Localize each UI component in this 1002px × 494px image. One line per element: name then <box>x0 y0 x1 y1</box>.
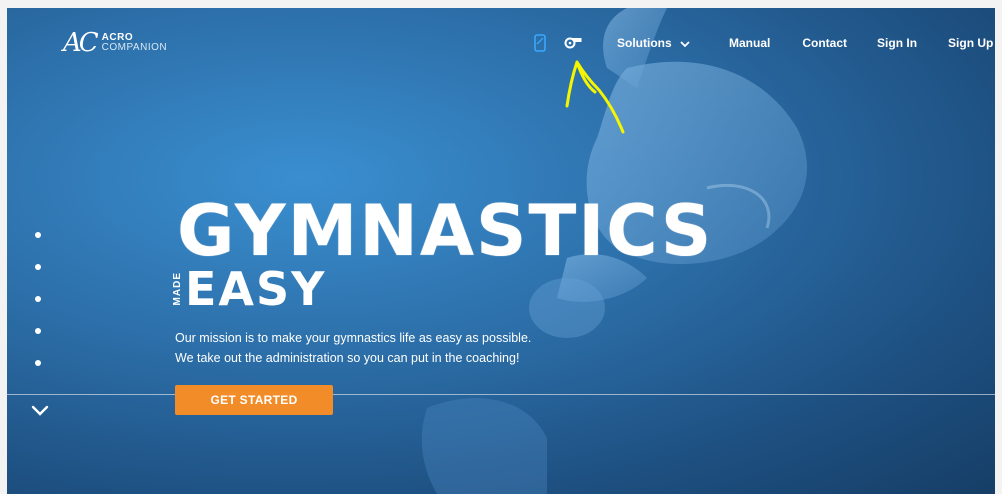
mobile-icon[interactable] <box>533 34 547 57</box>
easy-label: EASY <box>185 262 327 316</box>
nav-sign-up[interactable]: Sign Up <box>948 36 993 50</box>
mission-line-1: Our mission is to make your gymnastics l… <box>175 331 532 345</box>
logo-mark: AC <box>63 28 99 58</box>
acro-companion-logo[interactable]: AC ACRO COMPANION <box>63 30 167 56</box>
hero-title: GYMNASTICS <box>177 190 714 272</box>
logo-text: ACRO COMPANION <box>102 33 167 53</box>
hero-divider <box>7 394 995 395</box>
hero-section: AC ACRO COMPANION Solutions Manual Conta… <box>7 8 995 494</box>
slider-dot[interactable] <box>35 360 41 366</box>
made-label: MADE <box>172 272 183 306</box>
nav-sign-in[interactable]: Sign In <box>877 36 917 50</box>
get-started-button[interactable]: GET STARTED <box>175 385 333 415</box>
chevron-down-icon <box>680 37 690 51</box>
slider-dot[interactable] <box>35 296 41 302</box>
slider-dot[interactable] <box>35 232 41 238</box>
nav-solutions-label: Solutions <box>617 36 672 50</box>
mission-line-2: We take out the administration so you ca… <box>175 351 520 365</box>
logo-line-2: COMPANION <box>101 42 168 53</box>
nav-solutions[interactable]: Solutions <box>617 36 690 51</box>
mission-text: Our mission is to make your gymnastics l… <box>175 328 531 368</box>
hero-subtitle: MADE EASY <box>172 262 327 316</box>
slider-dot[interactable] <box>35 328 41 334</box>
slider-dot[interactable] <box>35 264 41 270</box>
nav-manual[interactable]: Manual <box>729 36 770 50</box>
slider-dots <box>35 232 41 392</box>
top-navbar: AC ACRO COMPANION Solutions Manual Conta… <box>7 8 995 78</box>
scroll-down-chevron-icon[interactable] <box>31 404 49 422</box>
nav-links: Solutions Manual Contact Sign In Sign Up <box>617 36 993 51</box>
nav-contact[interactable]: Contact <box>802 36 847 50</box>
whistle-icon[interactable] <box>564 36 582 55</box>
